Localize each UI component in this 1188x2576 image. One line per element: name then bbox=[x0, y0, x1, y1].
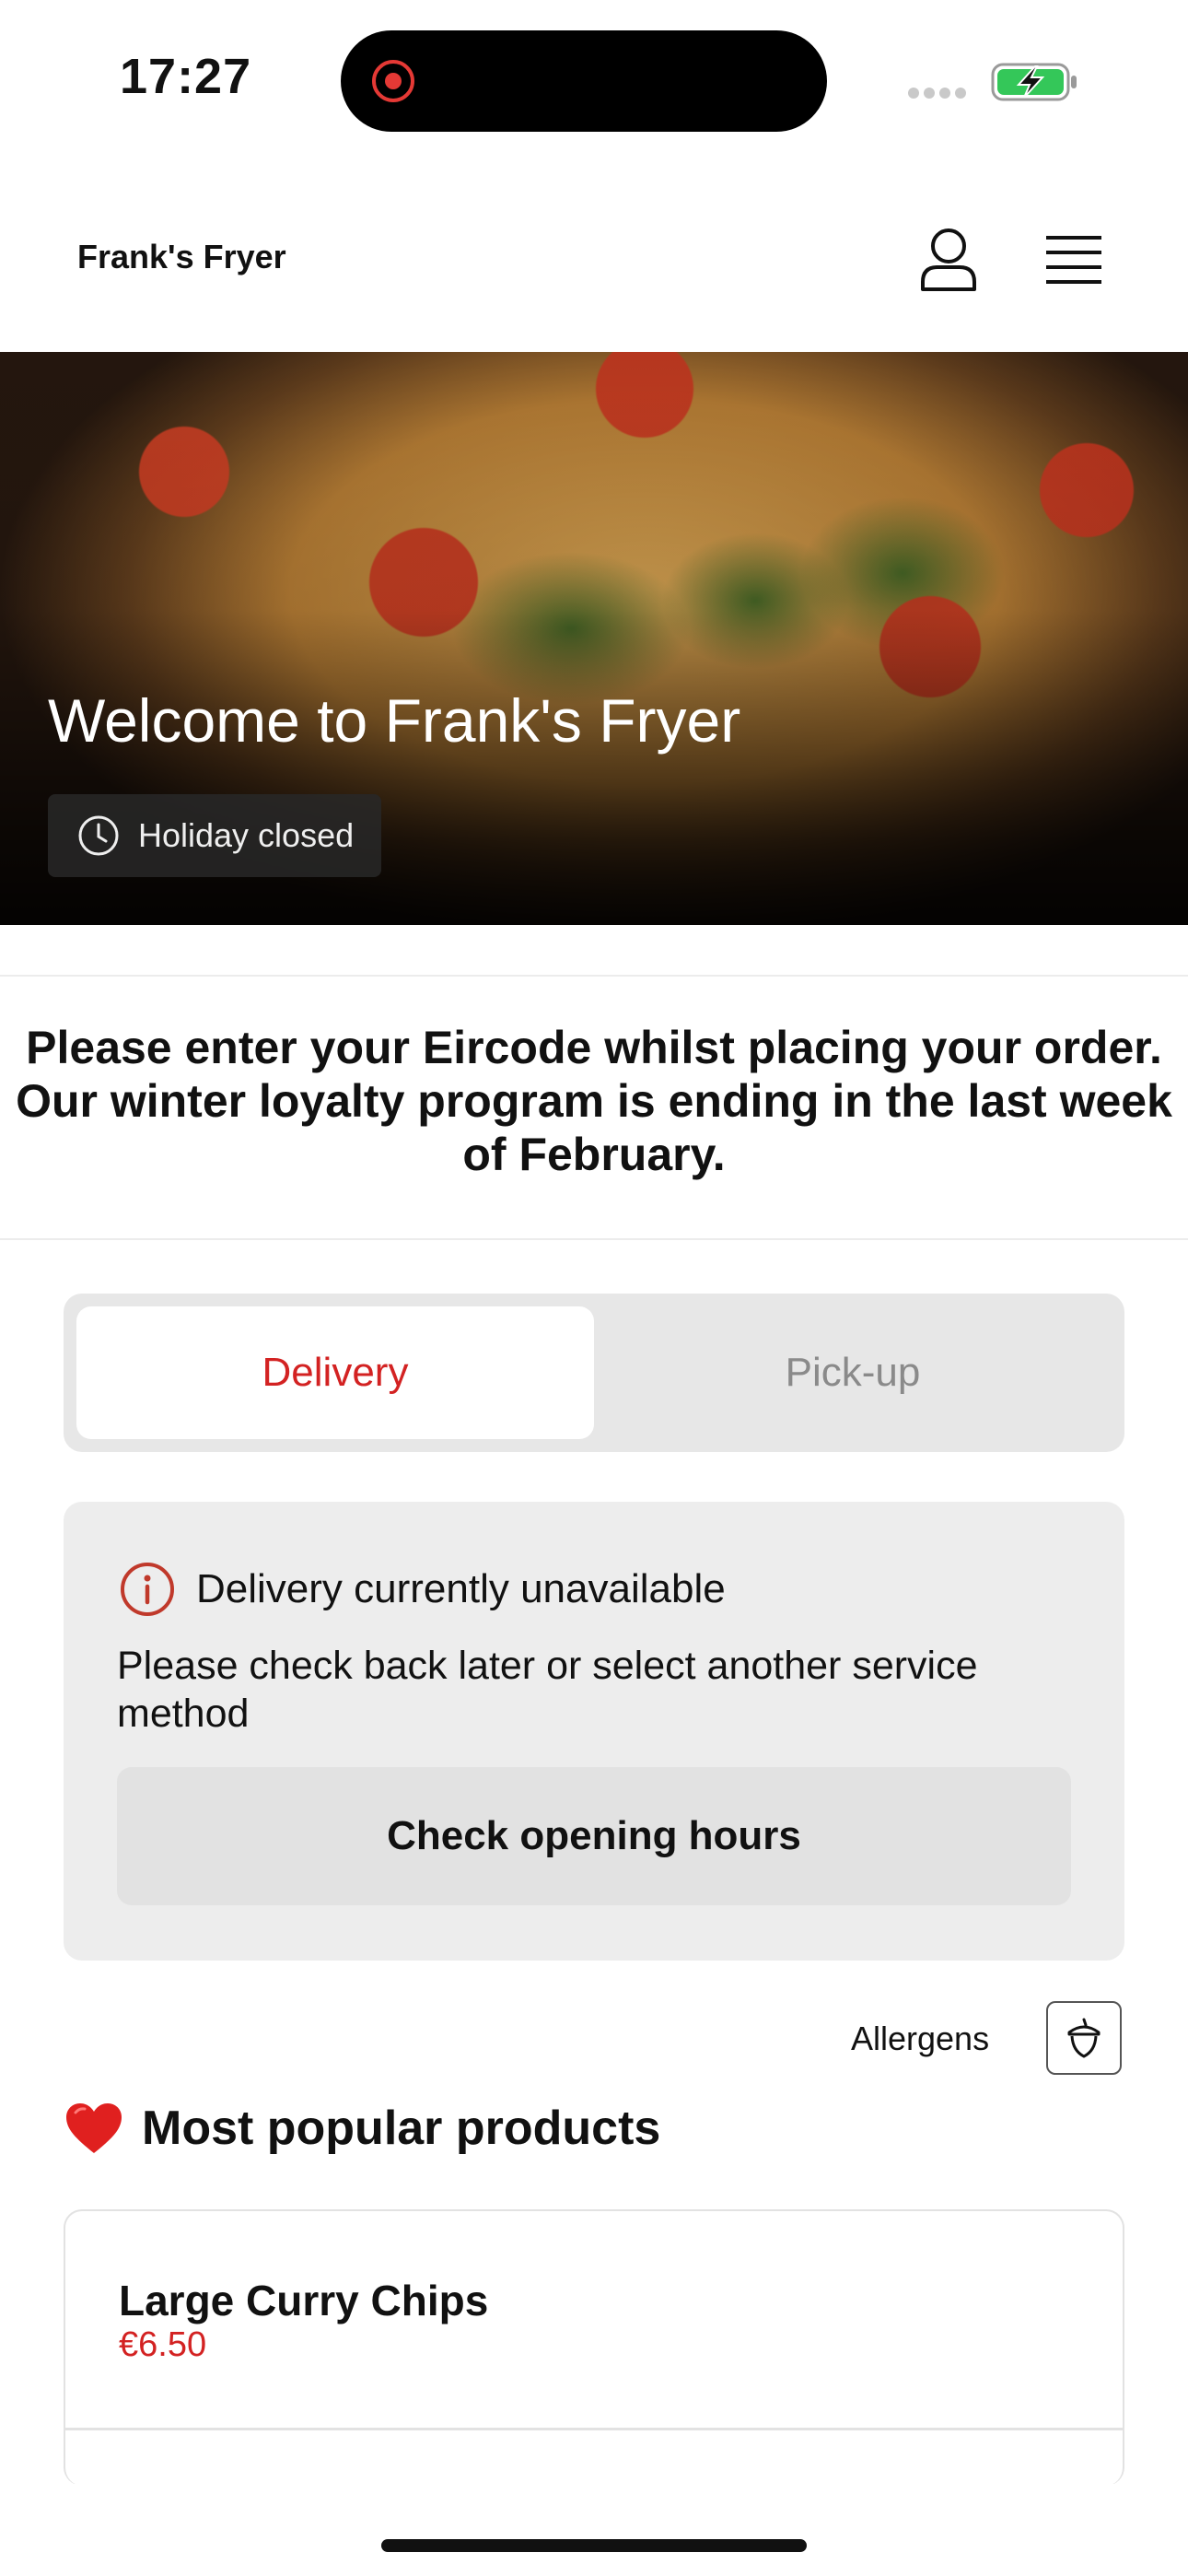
allergens-label: Allergens bbox=[851, 2020, 990, 2057]
hero-title: Welcome to Frank's Fryer bbox=[48, 686, 741, 755]
dynamic-island bbox=[341, 30, 827, 132]
screen-recording-icon bbox=[372, 60, 414, 102]
info-icon bbox=[121, 1563, 174, 1616]
alert-message: Please check back later or select anothe… bbox=[117, 1644, 978, 1736]
delivery-unavailable-card: Delivery currently unavailable Please ch… bbox=[64, 1502, 1124, 1961]
alert-header: Delivery currently unavailable bbox=[119, 1561, 726, 1618]
announcement-line: Our winter loyalty program is ending in … bbox=[16, 1075, 1172, 1127]
product-item[interactable]: Large Curry Chips €6.50 bbox=[65, 2211, 1123, 2430]
hamburger-menu-icon[interactable] bbox=[1044, 234, 1103, 286]
popular-products-heading: Most popular products bbox=[64, 2101, 660, 2156]
announcement-text: Please enter your Eircode whilst placing… bbox=[0, 1021, 1188, 1181]
allergens-button[interactable] bbox=[1046, 2001, 1122, 2075]
divider bbox=[0, 1238, 1188, 1240]
heart-icon bbox=[66, 2103, 122, 2153]
cellular-signal-icon bbox=[908, 87, 973, 99]
status-badge: Holiday closed bbox=[48, 794, 382, 877]
product-price: €6.50 bbox=[119, 2325, 207, 2364]
brand-name[interactable]: Frank's Fryer bbox=[77, 238, 286, 276]
clock-icon bbox=[78, 815, 119, 856]
product-name: Large Curry Chips bbox=[119, 2277, 489, 2324]
product-list: Large Curry Chips €6.50 bbox=[64, 2209, 1124, 2486]
acorn-icon bbox=[1067, 2018, 1101, 2058]
tab-pickup[interactable]: Pick-up bbox=[594, 1306, 1112, 1439]
status-badge-label: Holiday closed bbox=[138, 816, 355, 854]
home-indicator[interactable] bbox=[381, 2539, 807, 2552]
hero-banner: Welcome to Frank's Fryer Holiday closed bbox=[0, 352, 1188, 925]
announcement-line: Please enter your Eircode whilst placing… bbox=[26, 1022, 1162, 1073]
app-header: Frank's Fryer bbox=[0, 157, 1188, 352]
announcement-line: of February. bbox=[462, 1129, 726, 1180]
status-time: 17:27 bbox=[120, 49, 252, 104]
user-account-icon[interactable] bbox=[917, 227, 980, 293]
divider bbox=[0, 975, 1188, 977]
alert-title: Delivery currently unavailable bbox=[196, 1566, 726, 1611]
check-opening-hours-button[interactable]: Check opening hours bbox=[117, 1767, 1071, 1905]
bottom-safe-area bbox=[0, 2484, 1188, 2576]
service-type-toggle: Delivery Pick-up bbox=[64, 1294, 1124, 1452]
tab-delivery[interactable]: Delivery bbox=[76, 1306, 594, 1439]
popular-products-title: Most popular products bbox=[142, 2102, 661, 2155]
status-bar: 17:27 bbox=[0, 0, 1188, 157]
battery-charging-icon bbox=[991, 63, 1077, 101]
